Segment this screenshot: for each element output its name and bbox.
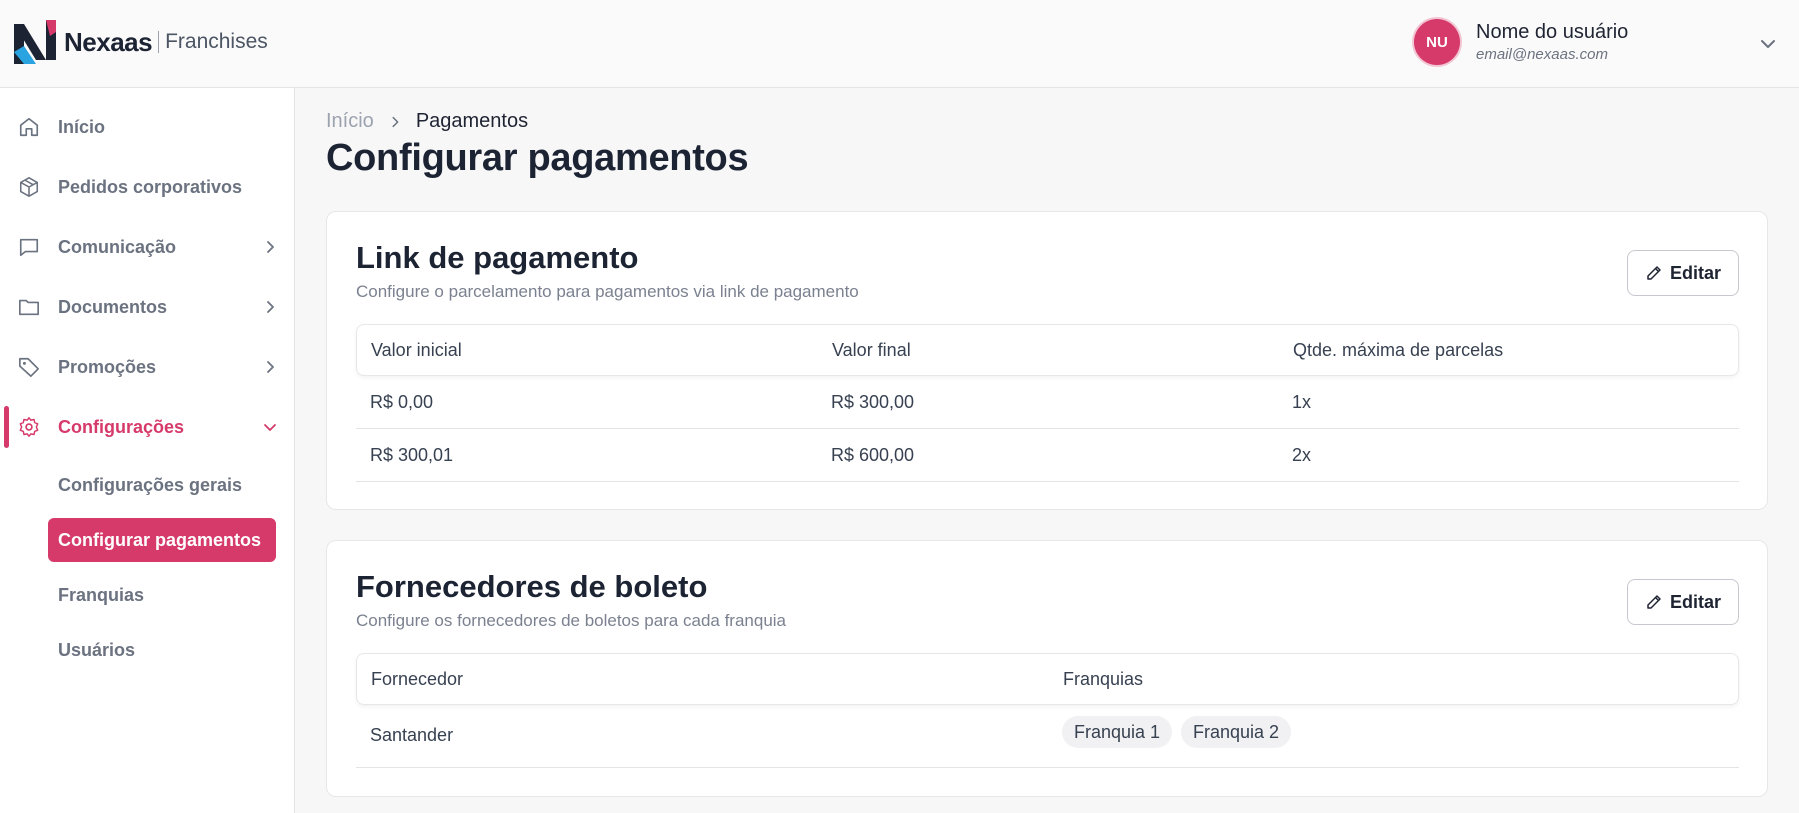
avatar[interactable]: NU <box>1414 19 1460 65</box>
card-title: Fornecedores de boleto <box>356 569 708 604</box>
sidebar-item-label: Configurações <box>58 416 185 437</box>
sidebar-item-promocoes[interactable]: Promoções <box>0 343 295 391</box>
tag-icon <box>17 355 41 379</box>
user-menu[interactable]: NU Nome do usuário email@nexaas.com <box>1414 19 1628 65</box>
franchise-chip: Franquia 1 <box>1062 716 1173 748</box>
sidebar-item-comunicacao[interactable]: Comunicação <box>0 223 295 271</box>
pencil-icon <box>1647 595 1661 609</box>
payment-link-card: Link de pagamento Configure o parcelamen… <box>326 211 1768 510</box>
chevron-down-icon <box>264 424 276 431</box>
brand-name: Nexaas <box>64 26 153 57</box>
table-cell: R$ 0,00 <box>370 392 434 412</box>
sidebar-subitem-configuracoes-gerais[interactable]: Configurações gerais <box>48 463 276 507</box>
sidebar-subitem-configurar-pagamentos[interactable]: Configurar pagamentos <box>48 518 276 562</box>
folder-icon <box>17 295 41 319</box>
pencil-icon <box>1647 266 1661 280</box>
sidebar-item-label: Comunicação <box>58 236 177 257</box>
sidebar-item-configuracoes[interactable]: Configurações <box>0 403 295 451</box>
column-header: Qtde. máxima de parcelas <box>1293 340 1504 360</box>
user-email: email@nexaas.com <box>1476 46 1608 63</box>
chevron-right-icon <box>267 361 274 373</box>
brand-logo[interactable]: Nexaas Franchises <box>12 18 268 66</box>
column-header: Valor final <box>832 340 911 360</box>
sidebar-item-label: Documentos <box>58 296 168 317</box>
table-cell: R$ 300,01 <box>370 445 454 465</box>
sidebar-item-documentos[interactable]: Documentos <box>0 283 295 331</box>
page-title: Configurar pagamentos <box>326 137 749 179</box>
edit-payment-link-button[interactable]: Editar <box>1627 250 1739 296</box>
user-info: Nome do usuário email@nexaas.com <box>1476 19 1628 65</box>
table-header: Valor inicial Valor final Qtde. máxima d… <box>356 324 1739 376</box>
card-subtitle: Configure os fornecedores de boletos par… <box>356 611 787 630</box>
chevron-right-icon <box>392 116 399 127</box>
table-cell: 2x <box>1292 445 1312 465</box>
breadcrumb: Início Pagamentos <box>326 110 528 133</box>
column-header: Franquias <box>1063 669 1144 689</box>
card-subtitle: Configure o parcelamento para pagamentos… <box>356 282 859 301</box>
column-header: Valor inicial <box>371 340 462 360</box>
boleto-suppliers-card: Fornecedores de boleto Configure os forn… <box>326 540 1768 797</box>
breadcrumb-current: Pagamentos <box>415 110 529 132</box>
table-cell: R$ 300,00 <box>831 392 915 412</box>
table-cell: R$ 600,00 <box>831 445 915 465</box>
sidebar-item-pedidos[interactable]: Pedidos corporativos <box>0 163 295 211</box>
chevron-down-icon[interactable] <box>1756 32 1780 56</box>
brand-divider <box>158 31 160 53</box>
edit-boleto-suppliers-button[interactable]: Editar <box>1627 579 1739 625</box>
chevron-right-icon <box>267 301 274 313</box>
table-row: R$ 0,00 R$ 300,00 1x <box>356 376 1739 429</box>
chat-icon <box>17 235 41 259</box>
table-cell: 1x <box>1292 392 1312 412</box>
table-header: Fornecedor Franquias <box>356 653 1739 705</box>
sidebar-subitem-franquias[interactable]: Franquias <box>48 573 276 617</box>
sidebar-item-label: Promoções <box>58 356 157 377</box>
sidebar-item-inicio[interactable]: Início <box>0 103 295 151</box>
home-icon <box>17 115 41 139</box>
sidebar-subitem-usuarios[interactable]: Usuários <box>48 628 276 672</box>
column-header: Fornecedor <box>371 669 464 689</box>
top-header: Nexaas Franchises NU Nome do usuário ema… <box>0 0 1799 88</box>
table-row: R$ 300,01 R$ 600,00 2x <box>356 429 1739 482</box>
franchise-chip: Franquia 2 <box>1181 716 1292 748</box>
user-name: Nome do usuário <box>1476 21 1629 43</box>
edit-label: Editar <box>1669 591 1721 612</box>
sidebar: Início Pedidos corporativos Comunicação … <box>0 88 295 813</box>
breadcrumb-home-link[interactable]: Início <box>326 110 374 133</box>
card-title: Link de pagamento <box>356 240 639 275</box>
table-cell: Santander <box>370 725 454 745</box>
table-row: Santander Franquia 1 Franquia 2 <box>356 705 1739 768</box>
gear-icon <box>17 415 41 439</box>
sidebar-item-label: Início <box>58 116 106 137</box>
box-icon <box>17 175 41 199</box>
brand-subtitle: Franchises <box>165 30 268 53</box>
edit-label: Editar <box>1669 262 1721 283</box>
sidebar-item-label: Pedidos corporativos <box>58 176 243 197</box>
nexaas-logo-icon <box>14 20 56 64</box>
chevron-right-icon <box>267 241 274 253</box>
